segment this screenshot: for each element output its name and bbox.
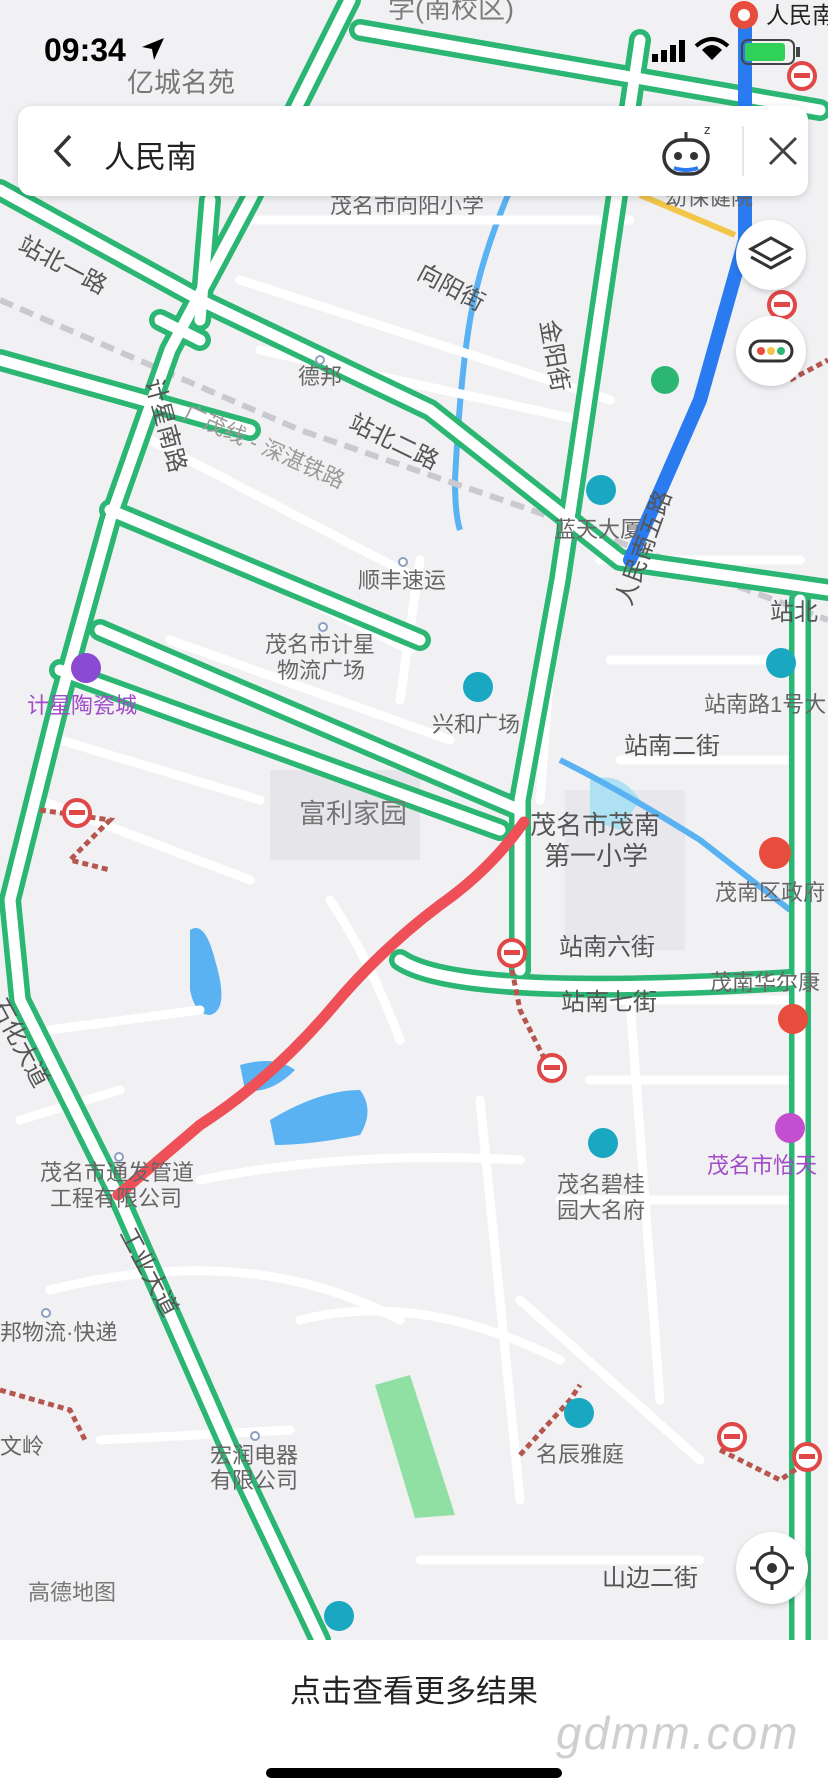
map-label-xinghe: 兴和广场: [432, 712, 521, 737]
layers-button[interactable]: [736, 220, 806, 290]
layers-icon: [747, 236, 795, 270]
back-chevron-icon[interactable]: [46, 132, 80, 170]
traffic-icon: [748, 339, 794, 363]
map-label-zhanbei-right: 站北: [770, 599, 818, 626]
map-label-maonan-gov: 茂南区政府: [715, 880, 826, 905]
map-label-zhannan6: 站南六街: [559, 934, 655, 961]
map-view[interactable]: 学(南校区) 亿城名苑 茂名市向阳小学 幼保健院 站北一路 向阳街 金阳街 德邦…: [0, 0, 828, 1640]
map-label-maonan-school-2: 第一小学: [544, 841, 649, 871]
map-label-mingchen: 名辰雅庭: [536, 1442, 625, 1467]
map-label-zhannan7: 站南七街: [561, 989, 657, 1016]
map-label-debang: 德邦: [298, 364, 343, 389]
voice-assistant-robot-icon[interactable]: z: [658, 120, 722, 184]
close-icon[interactable]: [766, 134, 800, 168]
map-label-wuliu: 邦物流·快递: [0, 1320, 118, 1345]
map-label-hongrun-1: 宏润电器: [210, 1443, 299, 1468]
svg-text:z: z: [704, 123, 710, 137]
more-results-button[interactable]: 点击查看更多结果: [0, 1666, 828, 1711]
map-label-tongda-1: 茂名市通发管道: [40, 1160, 195, 1185]
map-canvas: [0, 0, 828, 1640]
map-label-maoming-yi: 茂名市怡天: [707, 1153, 818, 1178]
crosshair-icon: [750, 1546, 794, 1590]
signal-wifi-battery-icons: [652, 37, 800, 65]
map-label-lantian: 蓝天大厦: [554, 517, 643, 542]
status-bar: 09:34: [0, 0, 828, 100]
search-divider: [742, 126, 744, 176]
map-label-maonan-huaerkang: 茂南华尔康: [710, 970, 821, 995]
map-label-wenling: 文岭: [0, 1434, 45, 1459]
search-query-text[interactable]: 人民南: [104, 132, 197, 177]
map-label-hongrun-2: 有限公司: [210, 1468, 299, 1493]
home-indicator[interactable]: [266, 1768, 562, 1778]
map-label-jixing-ceramic: 计星陶瓷城: [27, 693, 138, 718]
location-arrow-icon: [142, 38, 164, 60]
map-label-jixing-logistics-2: 物流广场: [277, 658, 366, 683]
map-label-biguiyuan-1: 茂名碧桂: [557, 1172, 646, 1197]
map-label-tongda-2: 工程有限公司: [50, 1186, 183, 1211]
search-bar[interactable]: 人民南 z: [18, 106, 808, 196]
map-label-maonan-school-1: 茂名市茂南: [530, 810, 661, 840]
map-label-fuli: 富利家园: [299, 799, 407, 829]
locate-me-button[interactable]: [736, 1532, 808, 1604]
map-label-xiangyang-school: 茂名市向阳小学: [330, 193, 485, 218]
status-time: 09:34: [44, 32, 126, 68]
map-label-shanbian: 山边二街: [602, 1565, 698, 1592]
map-label-biguiyuan-2: 园大名府: [557, 1198, 646, 1223]
map-label-jixing-logistics-1: 茂名市计星: [265, 632, 376, 657]
watermark: gdmm.com: [556, 1707, 800, 1759]
amap-logo: 高德地图: [28, 1580, 117, 1605]
map-label-zhannan1: 站南路1号大: [704, 692, 827, 717]
traffic-toggle-button[interactable]: [736, 316, 806, 386]
map-label-zhannan2: 站南二街: [624, 733, 720, 760]
results-panel[interactable]: 点击查看更多结果 gdmm.com: [0, 1640, 828, 1792]
map-label-shunfeng: 顺丰速运: [358, 568, 447, 593]
